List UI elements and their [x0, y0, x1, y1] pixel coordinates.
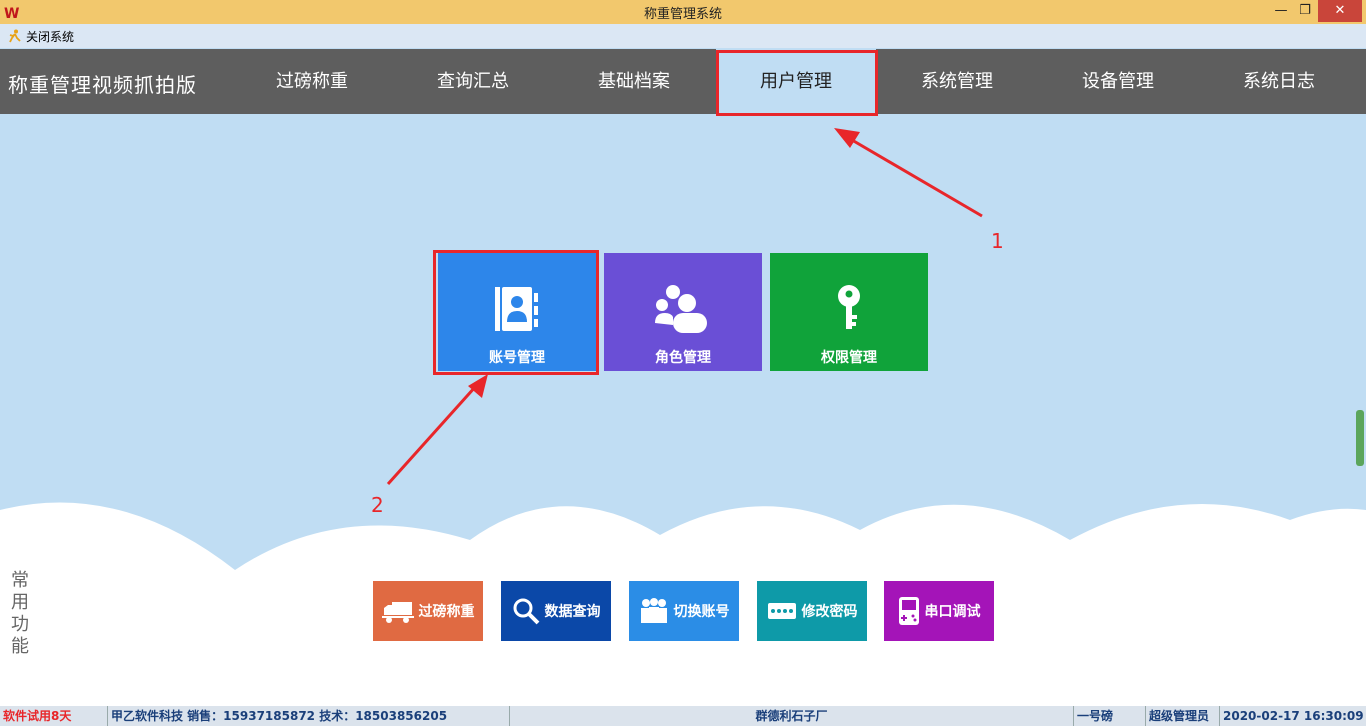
annotation-number-1: 1 [991, 229, 1004, 253]
status-factory: 群德利石子厂 [510, 706, 1074, 726]
status-company: 甲乙软件科技 销售：15937185872 技术：18503856205 [108, 706, 510, 726]
key-icon [838, 285, 860, 329]
status-scale: 一号磅 [1074, 706, 1146, 726]
quick-change-password-button[interactable]: 修改密码 [757, 581, 867, 641]
users-group-icon [655, 285, 707, 333]
status-datetime: 2020-02-17 16:30:09 [1223, 709, 1364, 723]
scrollbar-thumb[interactable] [1356, 410, 1364, 466]
quick-switch-account-button[interactable]: 切换账号 [629, 581, 739, 641]
password-icon [767, 603, 796, 619]
tile-role-management[interactable]: 角色管理 [604, 253, 762, 371]
quick-data-query-button[interactable]: 数据查询 [501, 581, 611, 641]
quick-button-label: 数据查询 [544, 604, 601, 620]
tile-label: 权限管理 [821, 350, 877, 366]
search-icon [513, 598, 539, 625]
status-bar: 软件试用8天 甲乙软件科技 销售：15937185872 技术：18503856… [0, 706, 1366, 726]
quick-serial-debug-button[interactable]: 串口调试 [884, 581, 994, 641]
users-icon [640, 598, 667, 623]
status-trial: 软件试用8天 [0, 706, 108, 726]
quick-button-label: 过磅称重 [418, 604, 475, 620]
truck-icon [381, 602, 414, 623]
device-icon [898, 597, 919, 625]
quick-weighing-button[interactable]: 过磅称重 [373, 581, 483, 641]
tile-permission-management[interactable]: 权限管理 [770, 253, 928, 371]
annotation-highlight-tile [433, 250, 599, 375]
tile-label: 角色管理 [655, 350, 711, 366]
quick-functions-label: 常用功能 [11, 570, 29, 657]
status-role: 超级管理员 [1146, 706, 1220, 726]
quick-button-label: 切换账号 [673, 604, 730, 620]
quick-button-label: 串口调试 [924, 604, 981, 620]
quick-button-label: 修改密码 [801, 604, 858, 620]
